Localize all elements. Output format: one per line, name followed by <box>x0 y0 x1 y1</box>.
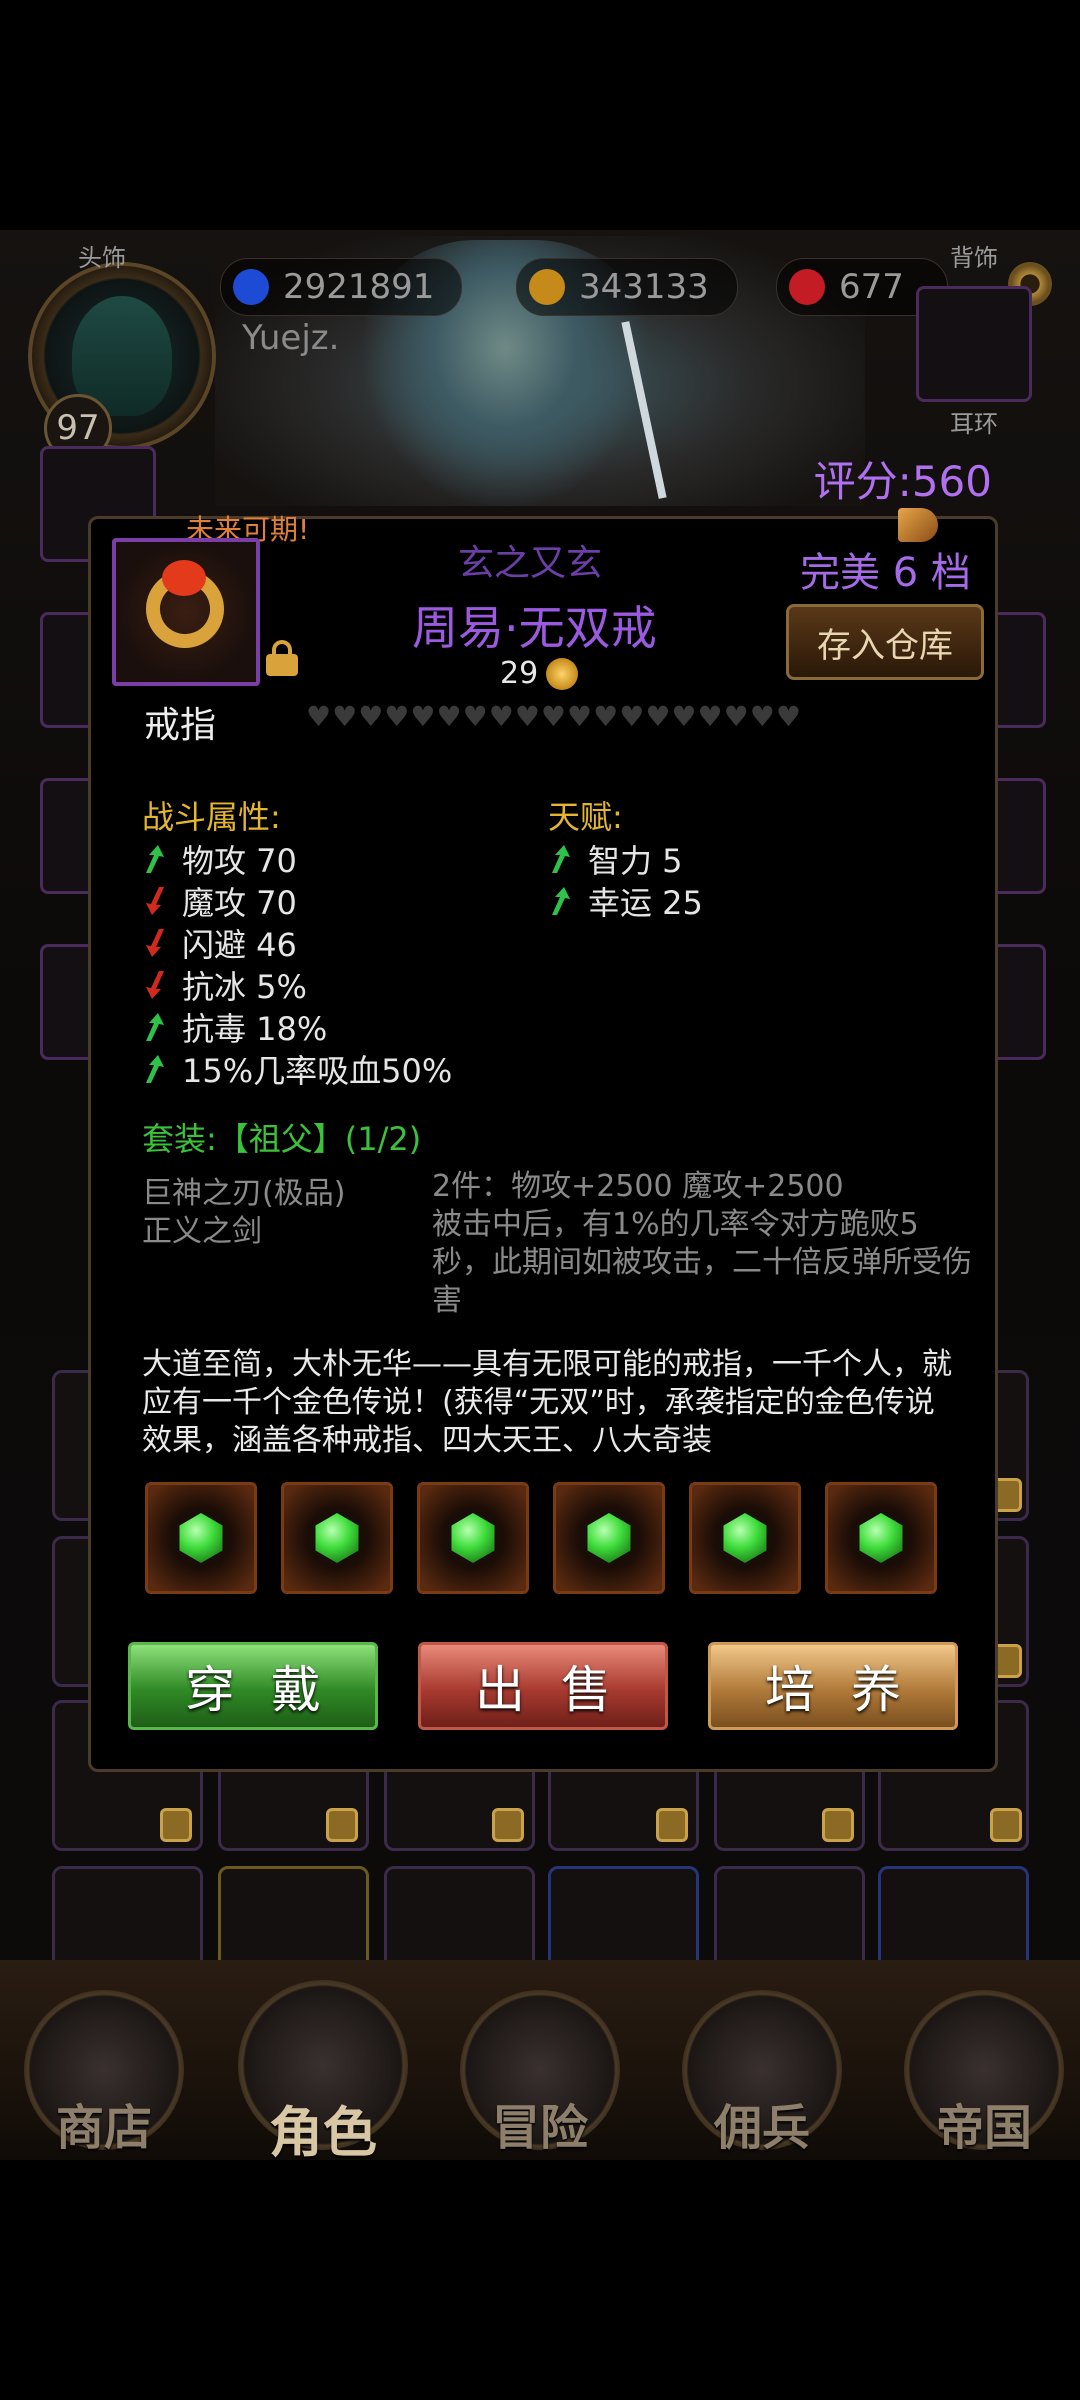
set-effect: 2件：物攻+2500 魔攻+2500 <box>432 1169 844 1204</box>
attribute-row: 抗冰 5% <box>142 964 452 1006</box>
blue-diamond-icon <box>233 269 269 305</box>
gem-socket[interactable] <box>281 1482 393 1594</box>
talent-title: 天赋: <box>548 798 623 836</box>
gold-coin-icon <box>529 269 565 305</box>
lock-icon <box>326 1808 358 1842</box>
combat-attributes-title: 战斗属性: <box>142 798 281 836</box>
attribute-row: 物攻 70 <box>142 838 452 880</box>
gem-socket[interactable] <box>825 1482 937 1594</box>
attribute-row: 幸运 25 <box>548 880 703 922</box>
emerald-gem-icon <box>179 1513 223 1563</box>
arrow-down-icon <box>146 971 164 999</box>
attribute-text: 抗冰 5% <box>182 968 307 1006</box>
attribute-row: 魔攻 70 <box>142 880 452 922</box>
nav-character-label: 角色 <box>269 2101 377 2164</box>
emerald-gem-icon <box>859 1513 903 1563</box>
item-type: 戒指 <box>144 705 217 746</box>
gem-socket[interactable] <box>553 1482 665 1594</box>
sell-button[interactable]: 出售 <box>418 1642 668 1730</box>
gem-socket[interactable] <box>417 1482 529 1594</box>
lock-icon <box>990 1808 1022 1842</box>
nav-empire-label: 帝国 <box>935 2100 1032 2156</box>
attribute-row: 抗毒 18% <box>142 1006 452 1048</box>
emerald-gem-icon <box>723 1513 767 1563</box>
arrow-up-icon <box>146 1055 164 1083</box>
arrow-up-icon <box>146 845 164 873</box>
arrow-up-icon <box>146 1013 164 1041</box>
head-slot-label: 头饰 <box>78 244 126 272</box>
attribute-text: 幸运 25 <box>588 884 703 922</box>
emerald-gem-icon <box>587 1513 631 1563</box>
attribute-text: 智力 5 <box>588 842 683 880</box>
coin-icon <box>546 657 579 690</box>
arrow-up-icon <box>552 887 570 915</box>
attribute-text: 魔攻 70 <box>182 884 297 922</box>
attribute-row: 闪避 46 <box>142 922 452 964</box>
train-button[interactable]: 培养 <box>708 1642 958 1730</box>
red-gem-icon <box>789 269 825 305</box>
gem-socket[interactable] <box>145 1482 257 1594</box>
lock-icon <box>656 1808 688 1842</box>
emerald-gem-icon <box>451 1513 495 1563</box>
attribute-row: 智力 5 <box>548 838 703 880</box>
lock-icon <box>822 1808 854 1842</box>
item-series: 玄之又玄 <box>458 543 603 584</box>
arrow-down-icon <box>146 887 164 915</box>
hearts-rating: ♥♥♥♥♥♥♥♥♥♥♥♥♥♥♥♥♥♥♥ <box>306 700 802 733</box>
attribute-row: 15%几率吸血50% <box>142 1048 452 1090</box>
score-text: 评分:560 <box>813 457 992 506</box>
attribute-text: 物攻 70 <box>182 842 297 880</box>
player-name: Yuejz. <box>242 318 340 358</box>
combat-attribute-list: 物攻 70 魔攻 70 闪避 46 抗冰 5% 抗毒 18% 15%几率吸血50… <box>142 838 452 1090</box>
item-name: 周易·无双戒 <box>412 601 657 655</box>
currency-value: 677 <box>839 267 904 307</box>
currency-diamonds: 2921891 <box>220 258 462 316</box>
horn-icon <box>898 508 938 542</box>
arrow-up-icon <box>552 845 570 873</box>
back-equipment-slot[interactable] <box>916 286 1032 402</box>
nav-adventure-label: 冒险 <box>491 2100 588 2156</box>
attribute-text: 抗毒 18% <box>182 1010 328 1048</box>
perfect-tier: 完美 6 档 <box>800 550 971 596</box>
talent-attribute-list: 智力 5 幸运 25 <box>548 838 703 922</box>
currency-gold: 343133 <box>516 258 738 316</box>
nav-shop-label: 商店 <box>55 2100 152 2156</box>
ring-icon <box>112 538 260 686</box>
emerald-gem-icon <box>315 1513 359 1563</box>
lock-icon <box>492 1808 524 1842</box>
back-slot-label: 背饰 <box>950 244 998 272</box>
lock-icon[interactable] <box>266 640 298 676</box>
set-piece: 正义之剑 <box>142 1214 262 1249</box>
nav-mercenary-label: 佣兵 <box>713 2100 810 2156</box>
item-level: 29 <box>500 656 579 691</box>
set-title: 套装:【祖父】(1/2) <box>142 1120 422 1158</box>
earring-slot-label: 耳环 <box>950 410 998 438</box>
currency-value: 2921891 <box>283 267 435 307</box>
item-description: 大道至简，大朴无华——具有无限可能的戒指，一千个人，就应有一千个金色传说！(获得… <box>142 1347 952 1458</box>
arrow-down-icon <box>146 929 164 957</box>
store-warehouse-button[interactable]: 存入仓库 <box>786 604 984 680</box>
set-effect: 被击中后，有1%的几率令对方跪败5秒，此期间如被攻击，二十倍反弹所受伤害 <box>432 1207 972 1318</box>
lock-icon <box>160 1808 192 1842</box>
attribute-text: 闪避 46 <box>182 926 297 964</box>
wear-button[interactable]: 穿戴 <box>128 1642 378 1730</box>
gem-socket[interactable] <box>689 1482 801 1594</box>
attribute-text: 15%几率吸血50% <box>182 1052 453 1090</box>
item-level-value: 29 <box>500 656 539 691</box>
currency-value: 343133 <box>579 267 709 307</box>
